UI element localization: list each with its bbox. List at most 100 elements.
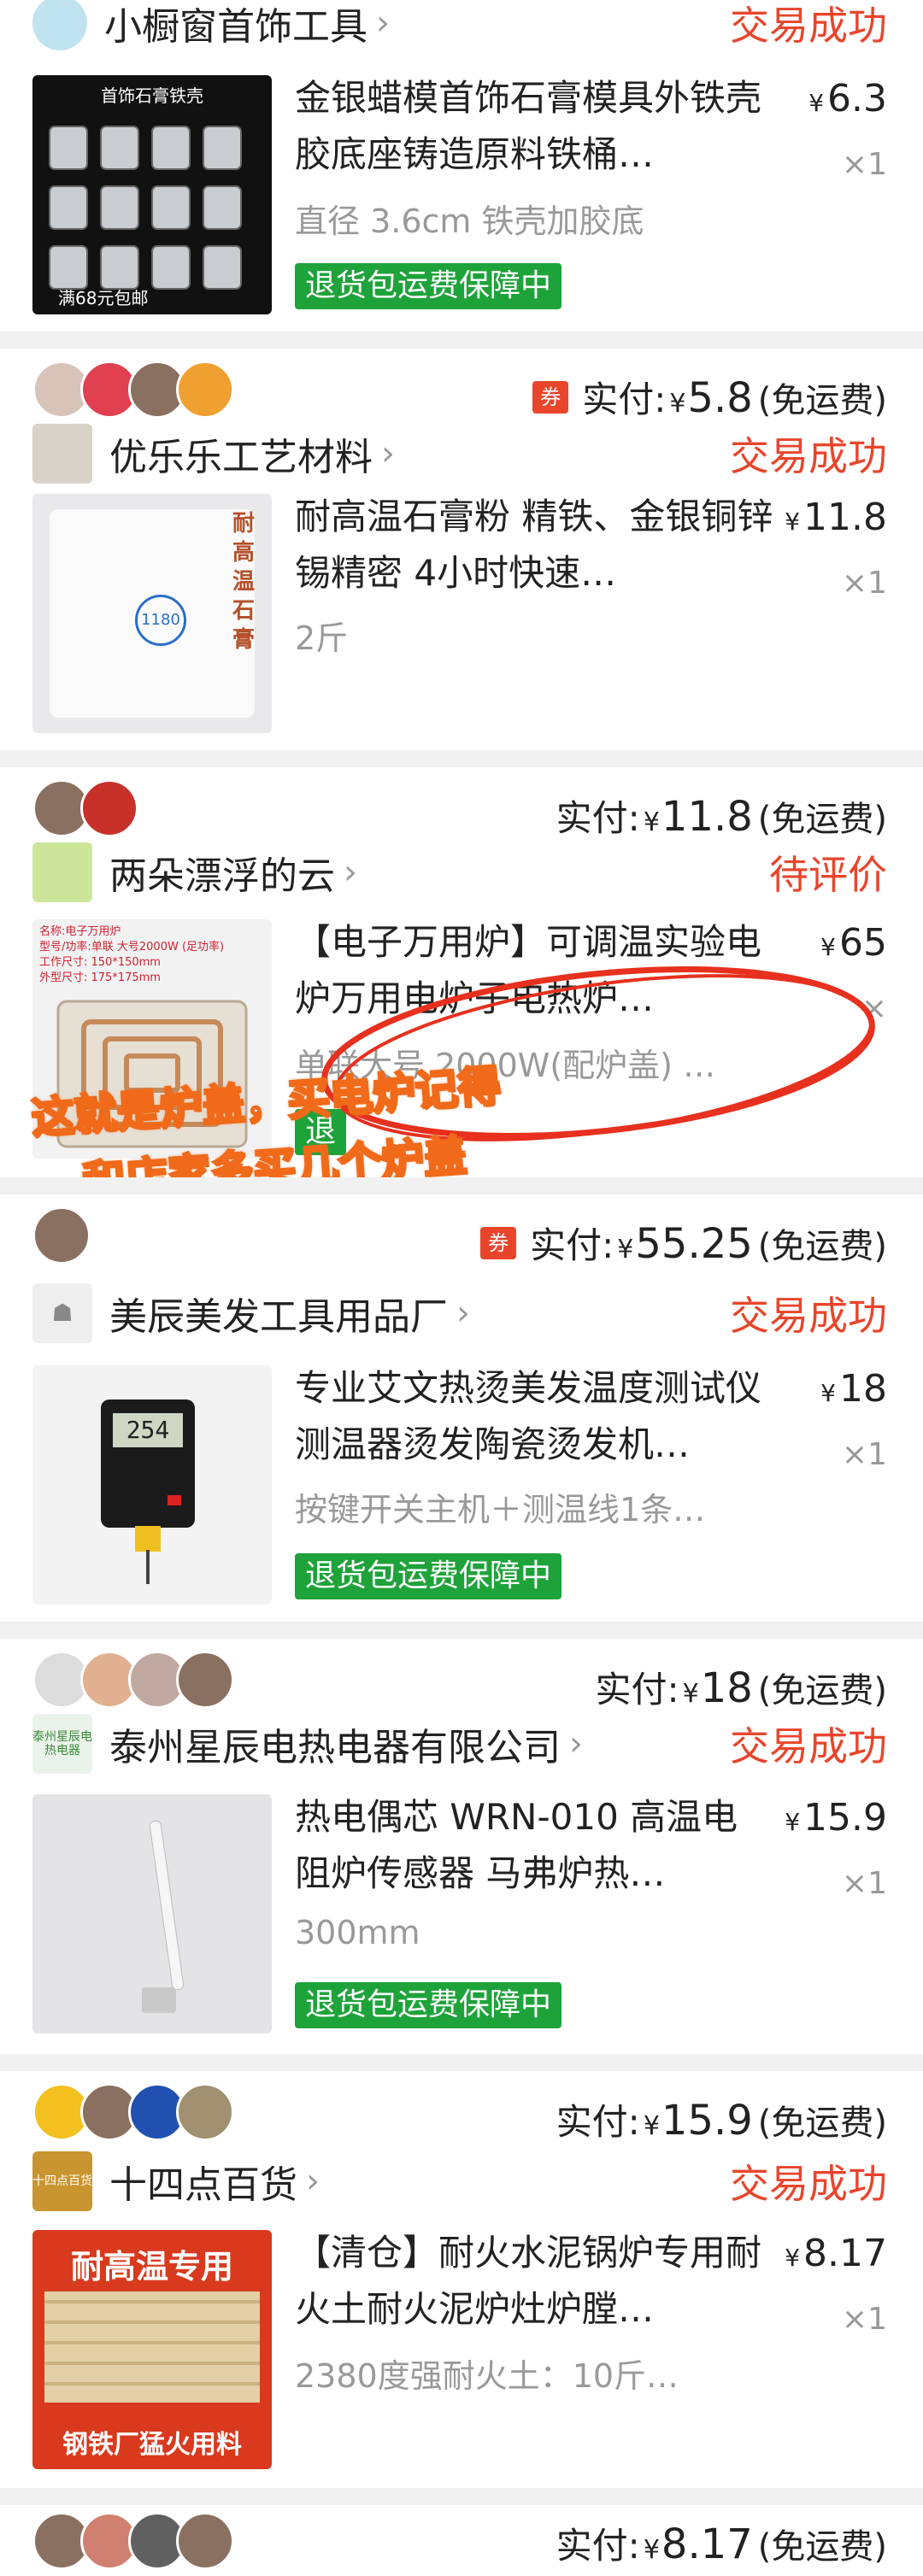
product-price: ¥6.3 xyxy=(808,77,887,120)
yen-symbol: ¥ xyxy=(643,807,660,837)
product-title[interactable]: 金银蜡模首饰石膏模具外铁壳胶底座铸造原料铁桶… xyxy=(295,70,773,183)
shop-name[interactable]: 泰州星辰电热电器有限公司 xyxy=(109,1716,561,1771)
thermocouple-image xyxy=(149,1819,185,1992)
product-title[interactable]: 【清仓】耐火水泥锅炉专用耐火土耐火泥炉灶炉膛… xyxy=(295,2225,773,2338)
probe-connector xyxy=(135,1526,161,1552)
yen-symbol: ¥ xyxy=(682,1679,699,1709)
divider xyxy=(0,750,923,767)
product-price: ¥15.9 xyxy=(785,1796,887,1840)
divider xyxy=(0,2054,923,2071)
chevron-right-icon: › xyxy=(569,1724,583,1763)
yen-symbol: ¥ xyxy=(785,2244,801,2272)
shop-name[interactable]: 美辰美发工具用品厂 xyxy=(109,1286,448,1341)
return-guarantee-badge: 退货包运费保障中 xyxy=(295,1553,562,1599)
thumb-bottom-caption: 钢铁厂猛火用料 xyxy=(62,2430,242,2460)
paid-label: 实付: xyxy=(556,2101,640,2143)
yen-symbol: ¥ xyxy=(808,89,825,117)
buyer-avatars xyxy=(32,1206,91,1265)
divider xyxy=(0,1622,923,1639)
divider xyxy=(0,1177,923,1194)
cement-bags-image xyxy=(44,2291,260,2403)
yen-symbol: ¥ xyxy=(785,1808,801,1836)
lcd-display: 254 xyxy=(113,1413,183,1447)
shop-row[interactable]: 两朵漂浮的云 › 待评价 xyxy=(32,842,887,902)
paid-label: 实付: xyxy=(595,1669,679,1710)
paid-summary: 实付: ¥ 8.17 (免运费) xyxy=(556,2517,887,2569)
product-thumbnail[interactable]: 耐高温石膏 1180 xyxy=(32,494,272,733)
paid-summary: 券 实付: ¥ 5.8 (免运费) xyxy=(532,371,887,423)
shop-row[interactable]: ☗ 美辰美发工具用品厂 › 交易成功 xyxy=(32,1283,887,1343)
avatar xyxy=(32,1206,91,1265)
shop-name[interactable]: 两朵漂浮的云 xyxy=(109,845,335,900)
paid-label: 实付: xyxy=(530,1224,614,1266)
power-button xyxy=(168,1495,181,1505)
probe-wire xyxy=(146,1550,150,1584)
product-thumbnail[interactable]: 耐高温专用 钢铁厂猛火用料 xyxy=(32,2230,272,2469)
shop-logo xyxy=(32,842,92,902)
paid-label: 实付: xyxy=(556,797,640,839)
product-thumbnail[interactable] xyxy=(32,1794,272,2033)
shop-row[interactable]: 泰州星辰电热电器 泰州星辰电热电器有限公司 › 交易成功 xyxy=(32,1714,887,1774)
order-card: 实付: ¥ 15.9 (免运费) 十四点百货 十四点百货 › 交易成功 耐高温专… xyxy=(0,2071,923,2488)
product-quantity: ×1 xyxy=(841,147,887,182)
product-thumbnail[interactable]: 254 xyxy=(32,1365,272,1605)
paid-amount: 15.9 xyxy=(661,2097,753,2145)
order-card: 券 实付: ¥ 5.8 (免运费) 优乐乐工艺材料 › 交易成功 耐高温石膏 1… xyxy=(0,349,923,750)
thermometer-image: 254 xyxy=(101,1399,195,1528)
shop-logo: 泰州星辰电热电器 xyxy=(32,1714,92,1774)
product-sku: 2380度强耐火土：10斤… xyxy=(295,2357,679,2395)
product-sku: 按键开关主机＋测温线1条… xyxy=(295,1491,706,1529)
shop-row[interactable]: 十四点百货 十四点百货 › 交易成功 xyxy=(32,2151,887,2211)
thumb-top-caption: 耐高温专用 xyxy=(70,2248,233,2286)
shop-row[interactable]: 优乐乐工艺材料 › 交易成功 xyxy=(32,424,887,484)
shop-name[interactable]: 优乐乐工艺材料 xyxy=(109,426,373,481)
coupon-badge: 券 xyxy=(480,1226,517,1259)
chevron-right-icon: › xyxy=(381,434,395,473)
yen-symbol: ¥ xyxy=(643,2535,660,2565)
chevron-right-icon: › xyxy=(376,3,390,43)
buyer-avatars xyxy=(32,361,234,419)
product-title[interactable]: 专业艾文热烫美发温度测试仪测温器烫发陶瓷烫发机… xyxy=(295,1360,773,1473)
yen-symbol: ¥ xyxy=(820,1379,836,1407)
freight-note: (免运费) xyxy=(757,2527,887,2567)
shop-row[interactable]: 小橱窗首饰工具 › 交易成功 xyxy=(32,0,887,53)
shop-name[interactable]: 小橱窗首饰工具 xyxy=(104,0,367,50)
yen-symbol: ¥ xyxy=(669,389,686,419)
product-quantity: ×1 xyxy=(841,1437,887,1472)
shop-logo xyxy=(32,424,92,484)
order-card: 小橱窗首饰工具 › 交易成功 首饰石膏铁壳 满68元包邮 金银蜡模首饰石膏模具外… xyxy=(0,0,923,332)
steel-flasks-image xyxy=(49,126,242,290)
product-title[interactable]: 热电偶芯 WRN-010 高温电阻炉传感器 马弗炉热… xyxy=(295,1789,773,1902)
chevron-right-icon: › xyxy=(306,2162,320,2201)
order-card: 实付: ¥ 11.8 (免运费) 两朵漂浮的云 › 待评价 名称:电子万用炉 型… xyxy=(0,767,923,1208)
chevron-right-icon: › xyxy=(344,853,357,892)
paid-amount: 5.8 xyxy=(687,374,753,422)
buyer-avatars xyxy=(32,2083,234,2141)
product-title[interactable]: 耐高温石膏粉 精铁、金银铜锌锡精密 4小时快速… xyxy=(295,489,773,601)
paid-summary: 券 实付: ¥ 55.25 (免运费) xyxy=(480,1217,887,1269)
product-sku: 2斤 xyxy=(295,619,349,657)
order-status: 交易成功 xyxy=(730,1723,887,1769)
thumb-promo: 满68元包邮 xyxy=(58,288,149,308)
price-value: 15.9 xyxy=(803,1796,887,1840)
thermocouple-head xyxy=(142,1987,176,2013)
shop-logo: 十四点百货 xyxy=(32,2151,92,2211)
paid-amount: 55.25 xyxy=(635,1220,753,1268)
freight-note: (免运费) xyxy=(757,2104,887,2143)
paid-summary: 实付: ¥ 15.9 (免运费) xyxy=(556,2093,887,2145)
product-thumbnail[interactable]: 首饰石膏铁壳 满68元包邮 xyxy=(32,75,272,314)
avatar xyxy=(176,361,234,419)
product-price: ¥11.8 xyxy=(785,496,887,539)
shop-avatar xyxy=(32,0,87,50)
price-value: 18 xyxy=(839,1367,887,1411)
paid-summary: 实付: ¥ 18 (免运费) xyxy=(595,1661,887,1713)
avatar xyxy=(176,2083,234,2141)
avatar xyxy=(176,2512,234,2570)
paid-label: 实付: xyxy=(556,2525,640,2567)
freight-note: (免运费) xyxy=(757,800,887,839)
yen-symbol: ¥ xyxy=(617,1235,634,1265)
return-guarantee-badge: 退货包运费保障中 xyxy=(295,263,562,309)
buyer-avatars xyxy=(32,779,138,837)
shop-name[interactable]: 十四点百货 xyxy=(109,2154,297,2209)
yen-symbol: ¥ xyxy=(643,2111,660,2141)
